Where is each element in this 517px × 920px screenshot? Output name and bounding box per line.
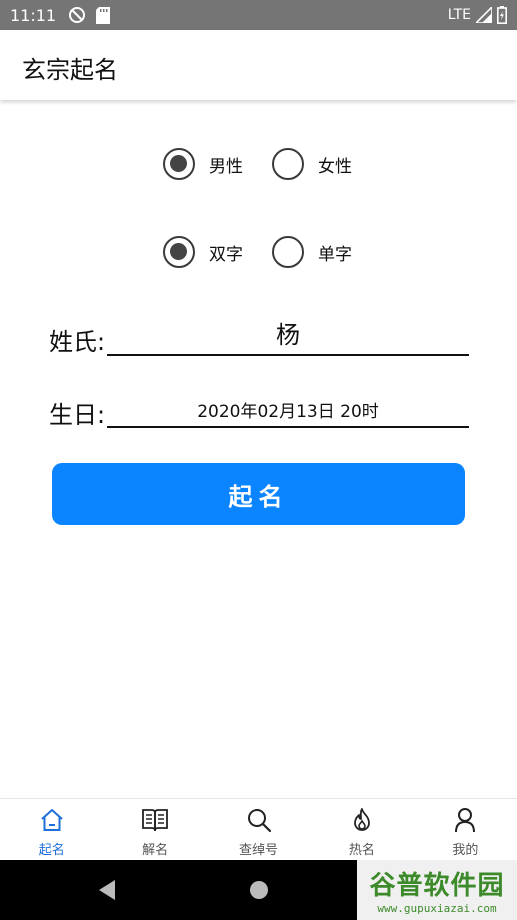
birthday-picker[interactable]: 2020年02月13日 20时 [107,392,469,428]
status-bar: 11:11 LTE [0,0,517,30]
flame-icon [354,808,370,831]
app-title: 玄宗起名 [22,56,118,84]
nav-item-jieming[interactable]: 解名 [103,799,206,861]
status-icons-left [68,6,110,24]
signal-icon [476,7,492,23]
surname-input[interactable]: 杨 [107,318,469,356]
system-nav-bar: 谷普软件园 www.gupuxiazai.com [0,860,517,920]
nav-item-qiming[interactable]: 起名 [0,799,103,861]
sd-card-icon [96,6,110,24]
status-right: LTE [448,6,507,24]
radio-male-label: 男性 [209,156,243,177]
nav-label-mine: 我的 [452,843,479,858]
radio-male-circle[interactable] [163,148,195,180]
radio-single-char[interactable]: 单字 [272,236,352,268]
birthday-label: 生日: [49,401,106,429]
home-icon [41,809,63,831]
nav-item-mine[interactable]: 我的 [414,799,517,861]
nav-label-jieming: 解名 [142,843,169,858]
radio-double-char-label: 双字 [209,244,243,265]
bottom-nav: 起名 解名 查绰号 热名 我的 [0,798,517,861]
watermark-sub: www.gupuxiazai.com [377,902,497,915]
surname-value: 杨 [276,321,300,349]
radio-female-label: 女性 [318,156,352,177]
gender-radio-group: 男性 女性 [0,144,517,184]
network-type: LTE [447,7,471,23]
radio-double-char[interactable]: 双字 [163,236,243,268]
home-circle-icon[interactable] [249,880,269,900]
radio-male[interactable]: 男性 [163,148,243,180]
radio-single-char-label: 单字 [318,244,352,265]
radio-double-char-circle[interactable] [163,236,195,268]
birthday-value: 2020年02月13日 20时 [197,402,379,422]
surname-label: 姓氏: [49,328,106,356]
status-time: 11:11 [10,6,57,25]
nav-item-hot-names[interactable]: 热名 [310,799,413,861]
nav-label-nickname: 查绰号 [239,843,279,858]
search-icon [247,809,271,833]
no-disturb-icon [69,7,85,23]
name-generate-button-label: 起名 [228,482,289,511]
watermark: 谷普软件园 www.gupuxiazai.com [357,860,517,920]
nav-label-hot-names: 热名 [348,843,375,858]
name-generate-button[interactable]: 起名 [52,463,465,525]
radio-single-char-circle[interactable] [272,236,304,268]
nav-label-qiming: 起名 [38,843,65,858]
battery-icon [497,6,507,24]
radio-female[interactable]: 女性 [272,148,352,180]
back-icon[interactable] [97,878,117,902]
app-bar: 玄宗起名 [0,30,517,100]
name-length-radio-group: 双字 单字 [0,232,517,272]
person-icon [455,808,476,833]
nav-item-nickname[interactable]: 查绰号 [207,799,310,861]
radio-female-circle[interactable] [272,148,304,180]
watermark-main: 谷普软件园 [369,871,505,901]
book-icon [142,809,169,832]
